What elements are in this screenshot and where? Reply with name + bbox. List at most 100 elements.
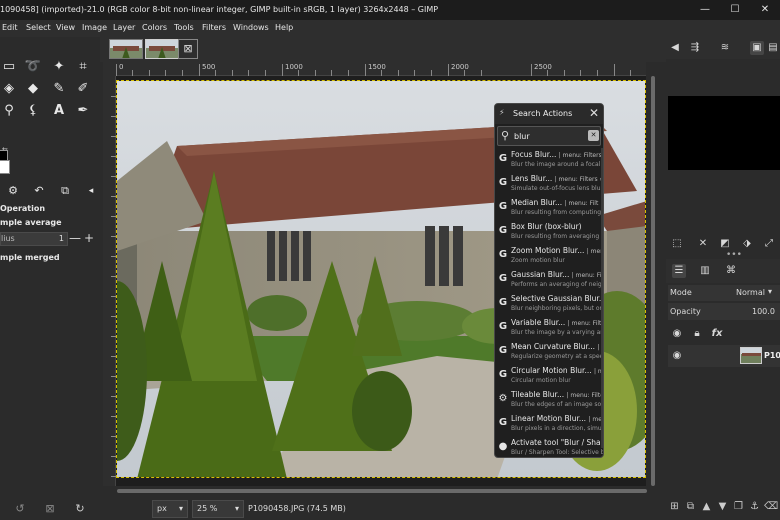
radius-increase-button[interactable]: +	[82, 232, 96, 246]
menu-view[interactable]: View	[56, 23, 75, 32]
vertical-scrollbar[interactable]	[647, 62, 659, 498]
undo-history-tab-icon[interactable]: ↶	[30, 182, 48, 200]
crop-tool-icon[interactable]: ⌗	[74, 58, 92, 76]
layer-name[interactable]: P109	[764, 351, 780, 360]
paths-tool-icon[interactable]: ⚸	[24, 102, 42, 120]
search-field[interactable]: ⚲ ✕	[497, 126, 601, 146]
menu-edit[interactable]: Edit	[2, 23, 18, 32]
dock-more-icon[interactable]: ▤	[766, 41, 780, 55]
eraser-tool-icon[interactable]: ✐	[74, 80, 92, 98]
search-result-item[interactable]: GGaussian Blur... | menu: Filter Performs…	[495, 268, 603, 292]
anchor-layer-icon[interactable]: ⚓︎	[748, 501, 761, 515]
menu-select[interactable]: Select	[26, 23, 51, 32]
layers-tab-icon[interactable]: ☰	[672, 264, 686, 278]
menu-filters[interactable]: Filters	[202, 23, 226, 32]
search-result-item[interactable]: GLens Blur... | menu: Filters › Blu Simul…	[495, 172, 603, 196]
zoom-100-icon[interactable]: ⬗	[740, 237, 754, 251]
search-result-item[interactable]: GZoom Motion Blur... | menuZoom motion b…	[495, 244, 603, 268]
brushes-icon[interactable]: ⇶	[688, 41, 702, 55]
image-tab-thumbnail[interactable]	[109, 39, 143, 59]
results-scrollbar[interactable]	[601, 148, 603, 448]
mode-label: Mode	[670, 288, 692, 297]
tool-options-tab-icon[interactable]: ⚙	[4, 182, 22, 200]
color-picker-tool-icon[interactable]: ✒	[74, 102, 92, 120]
search-result-item[interactable]: GSelective Gaussian Blur... | nBlur neig…	[495, 292, 603, 316]
search-result-item[interactable]: GCircular Motion Blur... | menCircular m…	[495, 364, 603, 388]
delete-layer-icon[interactable]: ⌫	[764, 501, 778, 515]
search-result-item[interactable]: GFocus Blur... | menu: Filters › B Blur t…	[495, 148, 603, 172]
menu-tools[interactable]: Tools	[174, 23, 194, 32]
lasso-tool-icon[interactable]: ➰	[24, 58, 42, 76]
bucket-fill-tool-icon[interactable]: ◆	[24, 80, 42, 98]
visibility-eye-icon[interactable]: ◉	[670, 349, 684, 363]
paths-tab-icon[interactable]: ⌘	[724, 264, 738, 278]
menu-layer[interactable]: Layer	[113, 23, 135, 32]
rect-select-tool-icon[interactable]: ▭	[0, 58, 18, 76]
paintbrush-tool-icon[interactable]: ✎	[50, 80, 68, 98]
close-dialog-icon[interactable]: ✕	[589, 106, 599, 120]
menu-help[interactable]: Help	[275, 23, 293, 32]
menu-colors[interactable]: Colors	[142, 23, 167, 32]
fuzzy-select-tool-icon[interactable]: ✦	[50, 58, 68, 76]
search-result-item[interactable]: ⚙Tileable Blur... | menu: Filters Blur th…	[495, 388, 603, 412]
transform-tool-icon[interactable]: ◈	[0, 80, 18, 98]
images-tab-icon[interactable]: ⧉	[56, 182, 74, 200]
patterns-icon[interactable]: ≋	[718, 41, 732, 55]
smudge-tool-icon[interactable]: ⚲	[0, 102, 18, 120]
search-results-list[interactable]: GFocus Blur... | menu: Filters › BBlur t…	[495, 148, 604, 457]
visibility-eye-icon[interactable]: ◉	[670, 327, 684, 341]
opacity-field[interactable]: Opacity 100.0	[668, 303, 780, 320]
background-color-swatch[interactable]	[0, 160, 10, 174]
menu-windows[interactable]: Windows	[233, 23, 269, 32]
result-description: Blur resulting from computing the	[511, 209, 604, 216]
search-result-item[interactable]: GMean Curvature Blur... | meRegularize g…	[495, 340, 603, 364]
navigation-preview[interactable]	[668, 96, 780, 170]
layer-row[interactable]: ◉ P109	[668, 345, 780, 367]
raise-layer-icon[interactable]: ▲	[700, 501, 713, 515]
search-result-item[interactable]: GVariable Blur... | menu: Filters Blur th…	[495, 316, 603, 340]
radius-field[interactable]: lius 1	[0, 232, 68, 246]
mode-selector[interactable]: Mode Normal ▾	[668, 285, 780, 301]
delete-tool-preset-icon[interactable]: ⊠	[42, 502, 58, 518]
lower-layer-icon[interactable]: ▼	[716, 501, 729, 515]
fx-icon[interactable]: fx	[710, 327, 724, 341]
operation-value[interactable]: mple average	[0, 218, 62, 227]
radius-value[interactable]: 1	[59, 234, 64, 243]
clear-search-icon[interactable]: ✕	[588, 130, 599, 141]
zoom-fit-icon[interactable]: ◩	[718, 237, 732, 251]
image-tab-thumbnail-active[interactable]	[145, 39, 179, 59]
new-layer-group-icon[interactable]: ⧉	[684, 501, 697, 515]
zoom-selector[interactable]: 25 % ▾	[192, 500, 244, 518]
navigation-icon[interactable]: ▣	[750, 41, 764, 55]
horizontal-scrollbar[interactable]	[103, 486, 659, 496]
close-tab-icon[interactable]: ⊠	[178, 39, 198, 59]
zoom-in-icon[interactable]: ✕	[696, 237, 710, 251]
shrink-wrap-icon[interactable]: ⤢	[762, 237, 776, 251]
reset-tool-options-icon[interactable]: ↻	[72, 502, 88, 518]
horizontal-ruler[interactable]: 0 500 1000 1500 2000 2500	[116, 62, 646, 76]
search-result-item[interactable]: GLinear Motion Blur... | menuBlur pixels…	[495, 412, 603, 436]
panel-menu-icon[interactable]: ◂	[82, 182, 100, 200]
save-tool-preset-icon[interactable]: ↺	[12, 502, 28, 518]
text-tool-icon[interactable]: A	[50, 102, 68, 120]
search-result-item[interactable]: G Median Blur... | menu: Filt Blur resulti…	[495, 196, 604, 220]
close-button[interactable]: ✕	[750, 2, 780, 18]
radius-decrease-button[interactable]: —	[68, 232, 82, 246]
vertical-ruler[interactable]	[103, 76, 116, 486]
zoom-out-icon[interactable]: ⬚	[670, 237, 684, 251]
maximize-button[interactable]: ☐	[720, 2, 750, 18]
menu-image[interactable]: Image	[82, 23, 107, 32]
minimize-button[interactable]: —	[690, 2, 720, 18]
channels-tab-icon[interactable]: ▥	[698, 264, 712, 278]
dock-menu-arrow-icon[interactable]: ◀	[668, 41, 682, 55]
search-input[interactable]	[514, 130, 584, 143]
unit-selector[interactable]: px ▾	[152, 500, 188, 518]
search-result-item[interactable]: ● Activate tool "Blur / Sharpe Blur / Sha…	[495, 436, 603, 457]
search-result-item[interactable]: G Box Blur (box-blur) Blur resulting from…	[495, 220, 603, 244]
duplicate-layer-icon[interactable]: ❐	[732, 501, 745, 515]
new-layer-icon[interactable]: ⊞	[668, 501, 681, 515]
dialog-header: ⚡︎ Search Actions ✕	[495, 104, 603, 124]
result-menu-path: | menu: Filters › Blu	[554, 176, 603, 183]
lock-icon[interactable]: 🔒︎	[690, 327, 704, 341]
sample-merged-checkbox[interactable]: mple merged	[0, 253, 60, 262]
